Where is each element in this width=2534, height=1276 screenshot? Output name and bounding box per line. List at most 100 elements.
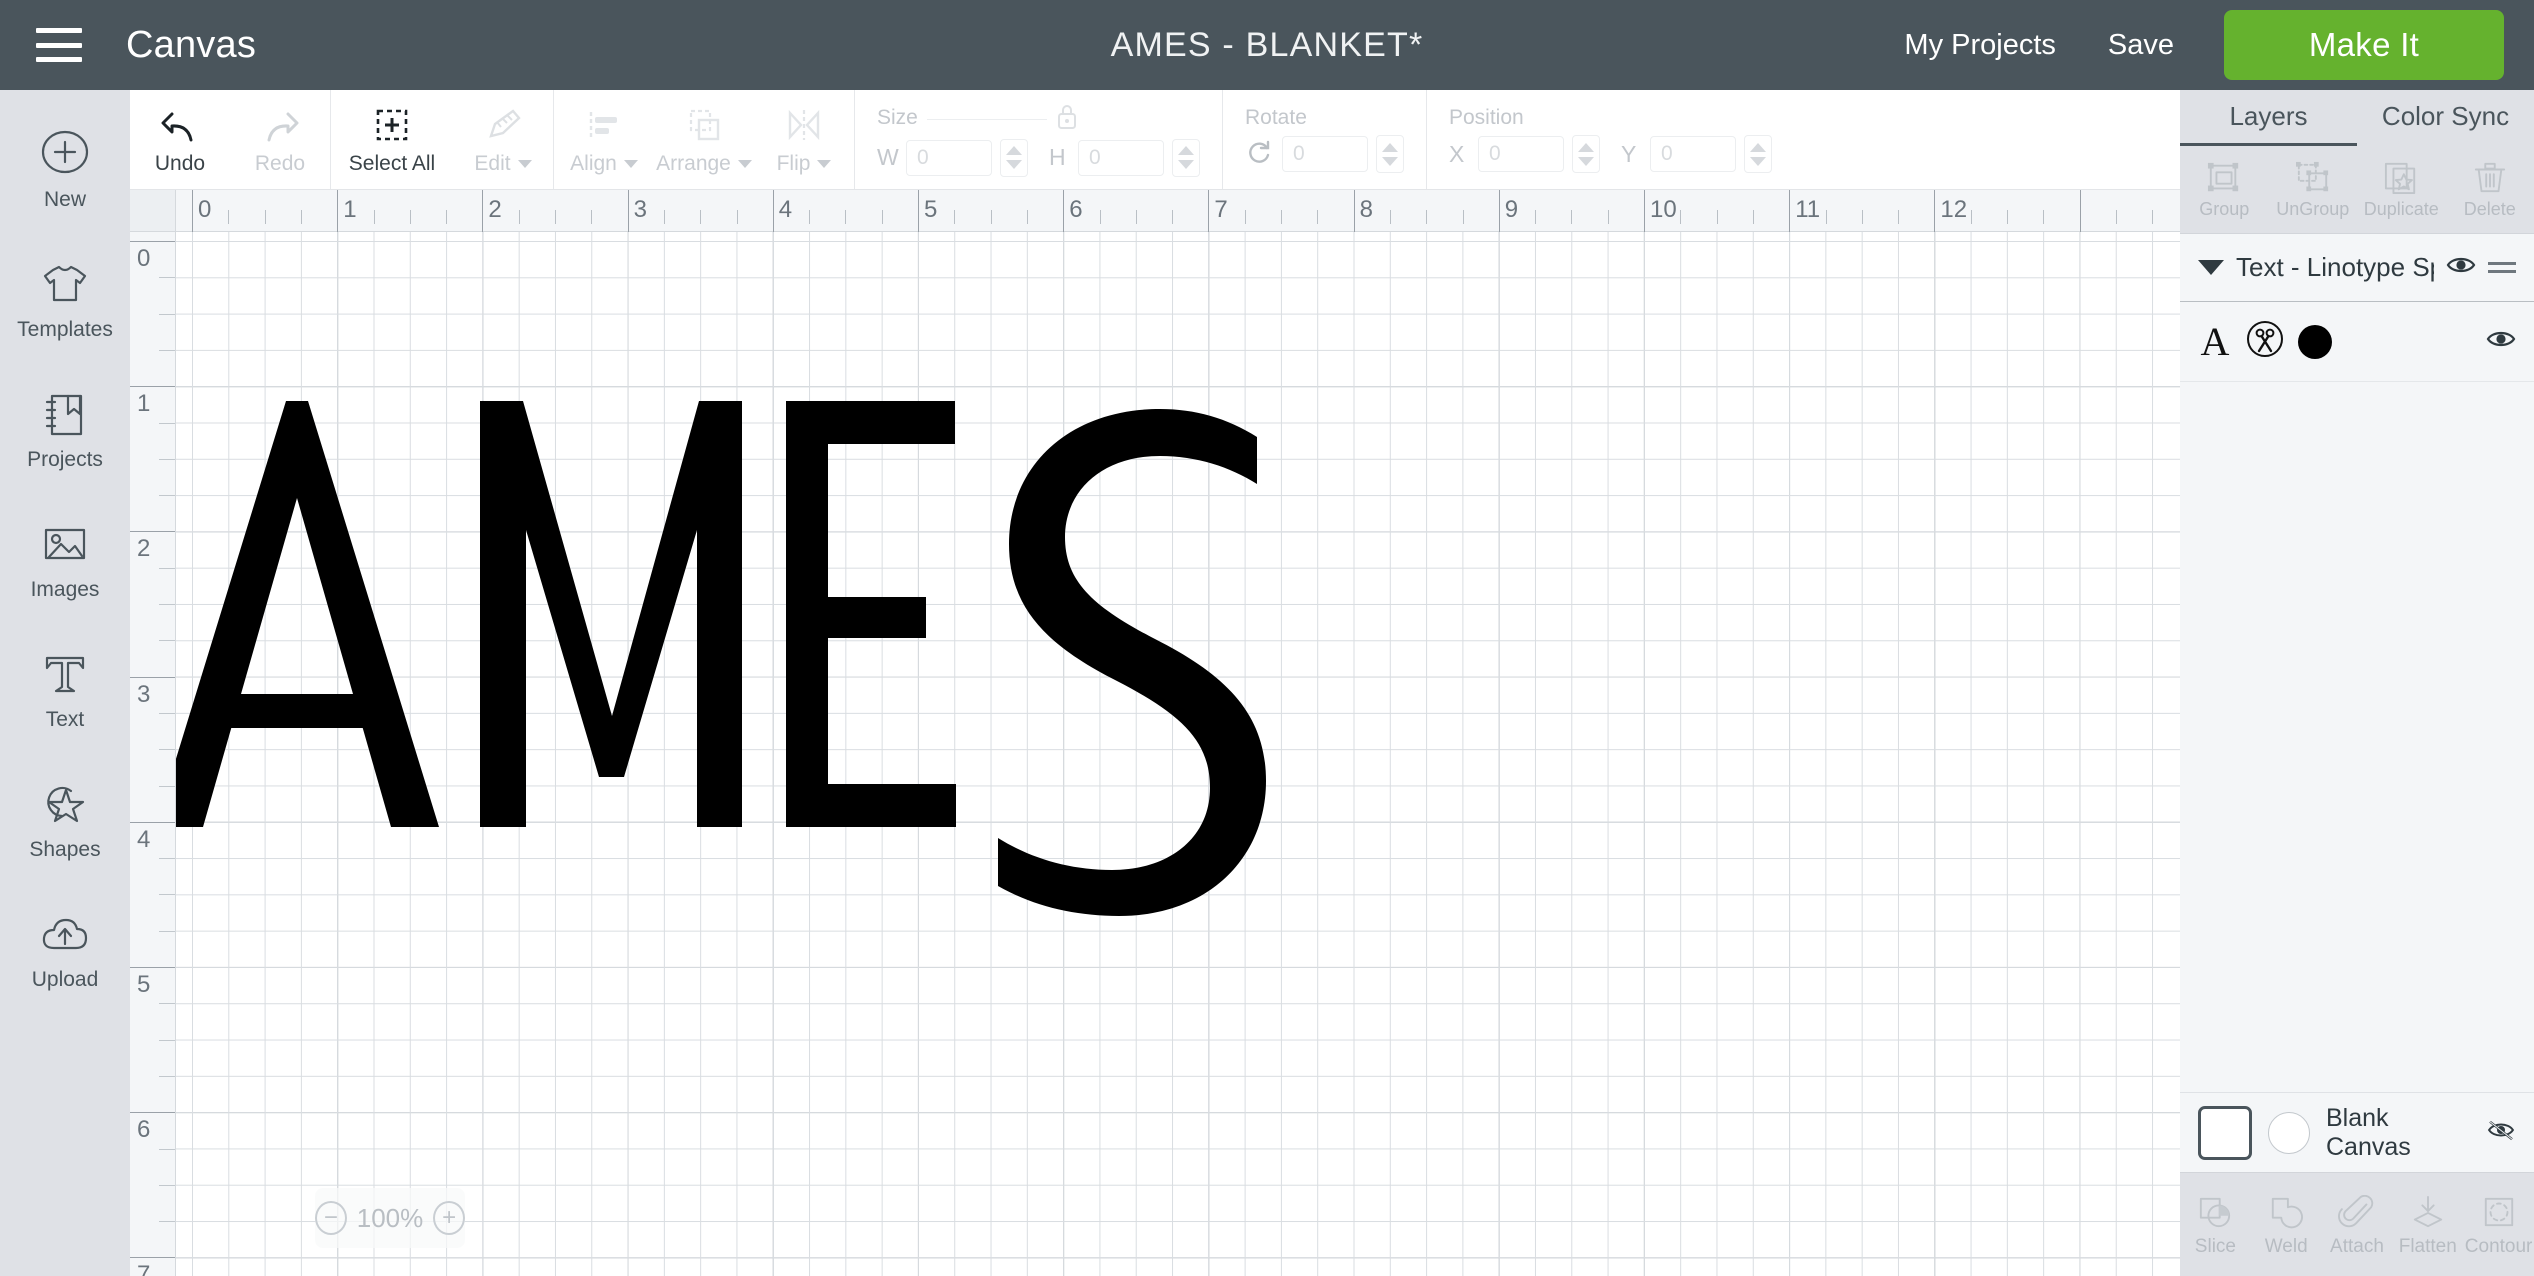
delete-button[interactable]: Delete [2446,159,2534,220]
width-input[interactable]: 0 [906,139,992,176]
sidebar-item-shapes[interactable]: Shapes [0,754,130,884]
ruler-tick [1281,210,1282,224]
ruler-tick [1244,210,1246,224]
stepper-down-icon [1382,156,1398,166]
my-projects-link[interactable]: My Projects [1878,29,2081,62]
stepper-up-icon [1178,146,1194,155]
blank-canvas-row[interactable]: Blank Canvas [2180,1092,2534,1172]
delete-label: Delete [2463,199,2516,219]
x-stepper[interactable] [1572,135,1600,173]
stepper-up-icon [1382,142,1398,152]
layer-color-swatch[interactable] [2298,324,2332,359]
layer-menu-icon[interactable] [2488,262,2516,273]
save-button[interactable]: Save [2082,29,2200,62]
rotate-stepper[interactable] [1376,135,1404,173]
tab-layers[interactable]: Layers [2180,90,2357,146]
ruler-tick [159,894,175,896]
ruler-tick [159,1148,175,1150]
sidebar-item-images[interactable]: Images [0,494,130,624]
eye-off-icon[interactable] [2486,1119,2516,1146]
edit-button[interactable]: Edit [453,90,553,189]
select-all-button[interactable]: Select All [331,90,453,189]
ruler-tick [130,531,175,533]
weld-button[interactable]: Weld [2251,1192,2322,1258]
height-input[interactable]: 0 [1078,139,1164,176]
text-T-icon [37,646,93,702]
undo-button[interactable]: Undo [130,90,230,189]
ungroup-button[interactable]: UnGroup [2269,159,2358,220]
y-label: Y [1621,140,1637,167]
ruler-tick [700,210,702,224]
header-actions: My Projects Save Make It [1878,0,2534,90]
sidebar-item-upload[interactable]: Upload [0,884,130,1014]
redo-button[interactable]: Redo [230,90,330,189]
chevron-down-icon[interactable] [2198,260,2224,275]
chevron-down-icon [623,159,638,168]
layer-group-header[interactable]: Text - Linotype Spitz Co... [2180,234,2534,302]
star-circle-icon [37,776,93,832]
ruler-tick [373,210,375,224]
layer-group-name: Text - Linotype Spitz Co... [2236,252,2434,282]
eye-icon[interactable] [2486,328,2516,355]
flip-button[interactable]: Flip [754,90,854,189]
tab-color-sync[interactable]: Color Sync [2357,90,2534,146]
y-input[interactable]: 0 [1650,136,1736,172]
design-canvas[interactable]: 01234567 0 1 2 3 4 5 6 7 8 9 10 11 12 − 100% + [130,190,2180,1276]
ruler-tick [1644,190,1645,232]
arrange-group: Align Arrange Flip [554,90,855,189]
ruler-tick [130,1257,175,1259]
sidebar-item-new[interactable]: New [0,104,130,234]
ruler-tick [1099,210,1101,224]
x-input[interactable]: 0 [1478,136,1564,172]
make-it-button[interactable]: Make It [2224,10,2504,80]
plus-circle-icon[interactable]: + [433,1201,465,1235]
sidebar-item-label: Projects [27,448,103,471]
flip-label: Flip [776,151,811,175]
contour-button[interactable]: Contour [2463,1192,2534,1258]
ruler-tick [555,210,556,224]
edit-toolbar: Undo Redo Select All Edit Align Arrange … [130,90,2180,190]
slice-icon [2196,1192,2234,1232]
scissors-cut-icon[interactable] [2246,320,2284,363]
ruler-label: 2 [137,535,151,563]
slice-button[interactable]: Slice [2180,1192,2251,1258]
sidebar-item-projects[interactable]: Projects [0,364,130,494]
ruler-label: 5 [924,196,938,223]
ruler-label: 0 [137,245,151,272]
ruler-tick [159,1075,175,1077]
ruler-label: 11 [1795,196,1821,223]
chevron-down-icon [817,159,832,168]
group-button[interactable]: Group [2180,159,2269,220]
minus-circle-icon[interactable]: − [315,1201,347,1235]
ruler-tick [159,495,175,497]
ruler-tick [337,190,339,232]
lock-icon[interactable] [1056,103,1078,136]
duplicate-button[interactable]: Duplicate [2357,159,2446,220]
canvas-shape-swatch[interactable] [2268,1111,2310,1154]
y-stepper[interactable] [1744,135,1772,173]
hamburger-menu-icon[interactable] [36,28,82,62]
height-stepper[interactable] [1172,138,1200,177]
app-header: Canvas AMES - BLANKET* My Projects Save … [0,0,2534,90]
ruler-tick [772,190,774,232]
flatten-button[interactable]: Flatten [2392,1192,2463,1258]
arrange-button[interactable]: Arrange [654,90,754,189]
eye-icon[interactable] [2446,254,2476,281]
ruler-tick [159,785,175,787]
select-all-label: Select All [348,151,436,175]
attach-button[interactable]: Attach [2322,1192,2393,1258]
ruler-tick [1898,210,1900,224]
ruler-tick [159,749,175,751]
ruler-tick [446,210,448,224]
layer-row[interactable]: A [2180,302,2534,382]
sidebar-item-templates[interactable]: Templates [0,234,130,364]
ruler-tick [264,210,266,224]
sidebar-item-text[interactable]: Text [0,624,130,754]
width-stepper[interactable] [1000,138,1028,177]
canvas-color-swatch[interactable] [2198,1105,2252,1160]
ruler-tick [159,930,175,932]
align-button[interactable]: Align [554,90,654,189]
zoom-control: − 100% + [315,1188,465,1248]
rotate-input[interactable]: 0 [1282,136,1368,172]
canvas-grid [176,232,2180,1276]
